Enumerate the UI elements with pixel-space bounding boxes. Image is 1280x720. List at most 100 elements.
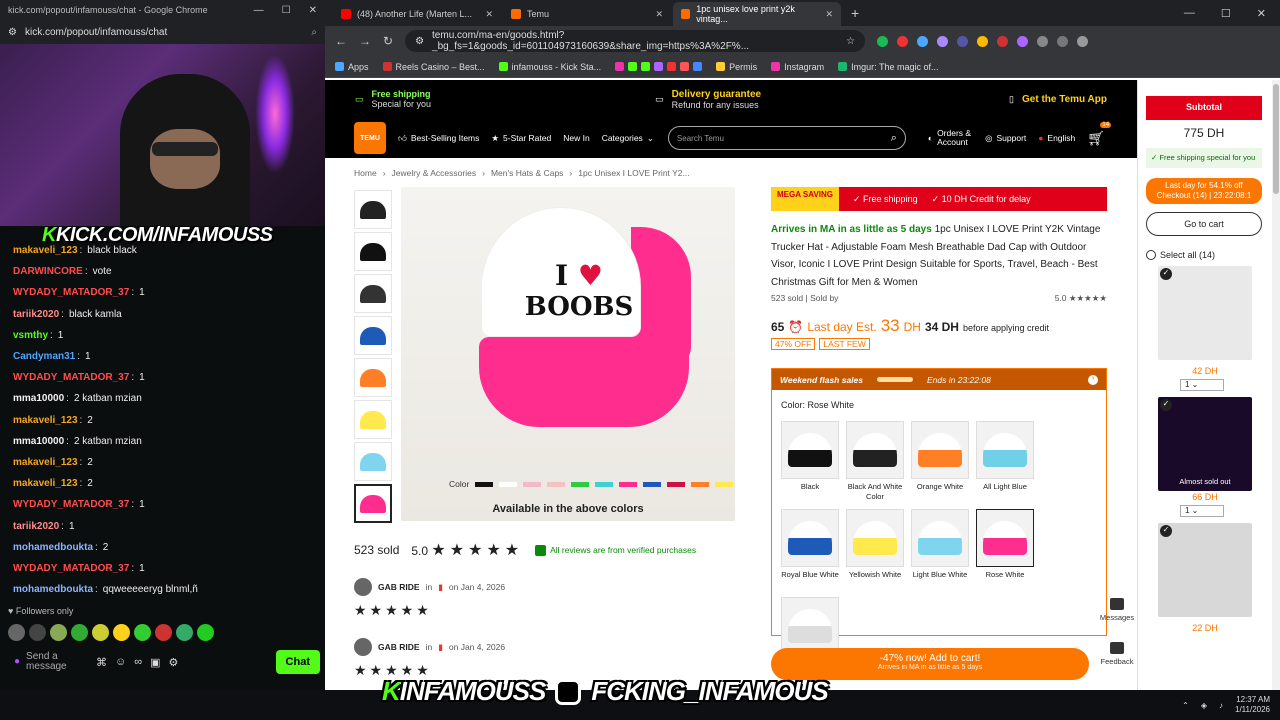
flash-sale-header[interactable]: Weekend flash sales Ends in 23:22:08 › (772, 369, 1106, 390)
feedback-button[interactable]: Feedback (1097, 642, 1137, 666)
color-option[interactable]: Light Blue White (911, 509, 969, 580)
reload-icon[interactable]: ↻ (383, 34, 393, 48)
minimize-icon[interactable]: — (254, 5, 264, 16)
send-message-input[interactable]: ● Send a message (8, 650, 88, 674)
orders-account[interactable]: ◐ Orders & Account (928, 129, 973, 147)
back-icon[interactable]: ← (335, 34, 347, 48)
omnibox[interactable]: ⚙ temu.com/ma-en/goods.html?_bg_fs=1&good… (405, 30, 866, 52)
chat-username[interactable]: WYDADY_MATADOR_37 (13, 499, 129, 510)
chat-username[interactable]: mohamedboukta (13, 584, 93, 595)
forward-icon[interactable]: → (359, 34, 371, 48)
chat-username[interactable]: DARWINCORE (13, 266, 83, 277)
maximize-icon[interactable]: ☐ (1221, 7, 1231, 20)
emote[interactable] (92, 624, 109, 641)
color-option[interactable]: Black And White Color (846, 421, 904, 502)
chat-username[interactable]: makaveli_123 (13, 415, 78, 426)
support-link[interactable]: ◎ Support (985, 133, 1026, 144)
emoji-icon[interactable]: ☺ (115, 656, 126, 668)
chat-username[interactable]: tariik2020 (13, 521, 59, 532)
extension-icon[interactable] (897, 35, 909, 47)
minimize-icon[interactable]: — (1184, 7, 1195, 20)
nav-new-in[interactable]: New In (563, 133, 589, 143)
volume-icon[interactable]: ♪ (1219, 701, 1223, 710)
chat-username[interactable]: makaveli_123 (13, 245, 78, 256)
extension-icon[interactable] (877, 35, 889, 47)
chat-username[interactable]: mohamedboukta (13, 542, 93, 553)
chevron-up-icon[interactable]: ⌃ (1182, 701, 1189, 710)
thumbnail-selected[interactable] (354, 484, 392, 523)
chat-username[interactable]: vsmthy (13, 330, 48, 341)
temu-search-input[interactable]: Search Temu ⌕ (667, 126, 906, 150)
chat-username[interactable]: mma10000 (13, 436, 64, 447)
maximize-icon[interactable]: ☐ (282, 5, 291, 16)
extension-icon[interactable] (917, 35, 929, 47)
emote[interactable] (197, 624, 214, 641)
chat-username[interactable]: makaveli_123 (13, 457, 78, 468)
extension-icon[interactable] (957, 35, 969, 47)
go-to-cart-button[interactable]: Go to cart (1146, 212, 1262, 236)
cart-item-image[interactable]: ✓ (1158, 523, 1252, 617)
thumbnail[interactable] (354, 190, 392, 229)
cart-item-image[interactable]: ✓ (1158, 266, 1252, 360)
command-icon[interactable]: ⌘ (96, 656, 107, 669)
nav-categories[interactable]: Categories ⌄ (602, 133, 654, 144)
breadcrumb-hats[interactable]: Men's Hats & Caps (491, 168, 563, 178)
thumbnail[interactable] (354, 274, 392, 313)
chat-username[interactable]: WYDADY_MATADOR_37 (13, 372, 129, 383)
emote[interactable] (71, 624, 88, 641)
cart-item[interactable]: ✓ 22 DH (1158, 523, 1252, 633)
bookmark-imgur[interactable]: Imgur: The magic of... (838, 62, 939, 72)
close-tab-icon[interactable]: ✕ (825, 9, 833, 20)
chat-send-button[interactable]: Chat (275, 650, 320, 674)
avatar[interactable] (1077, 35, 1089, 47)
bookmark-reels-casino[interactable]: Reels Casino – Best... (382, 62, 485, 72)
bookmark-kick[interactable]: infamouss - Kick Sta... (498, 62, 601, 72)
nav-five-star[interactable]: ★ 5-Star Rated (491, 133, 551, 144)
chat-window-url[interactable]: kick.com/popout/infamouss/chat (25, 27, 167, 38)
last-day-banner[interactable]: Last day for 54.1% off Checkout (14) | 23… (1146, 178, 1262, 204)
color-option[interactable]: Black (781, 421, 839, 492)
scrollbar[interactable] (1272, 80, 1280, 690)
zoom-icon[interactable]: ⌕ (311, 27, 317, 38)
color-option[interactable]: Royal Blue White (781, 509, 839, 580)
bookmark-star-icon[interactable]: ☆ (846, 36, 855, 47)
tab-temu[interactable]: Temu ✕ (503, 2, 671, 26)
infinity-icon[interactable]: ∞ (134, 656, 142, 668)
close-icon[interactable]: ✕ (1257, 7, 1266, 20)
emote[interactable] (29, 624, 46, 641)
chat-username[interactable]: tariik2020 (13, 309, 59, 320)
tune-icon[interactable]: ⚙ (8, 27, 17, 38)
get-app-banner[interactable]: ▯ Get the Temu App (1009, 94, 1107, 105)
cart-item[interactable]: ✓ 42 DH 1 ⌄ (1158, 266, 1252, 391)
emote[interactable] (50, 624, 67, 641)
tab-temu-product[interactable]: 1pc unisex love print y2k vintag... ✕ (673, 2, 841, 26)
bookmark-instagram[interactable]: Instagram (771, 62, 824, 72)
color-option[interactable]: Rose White (976, 509, 1034, 580)
quantity-select[interactable]: 1 ⌄ (1180, 505, 1224, 517)
chat-username[interactable]: WYDADY_MATADOR_37 (13, 287, 129, 298)
chat-username[interactable]: WYDADY_MATADOR_37 (13, 563, 129, 574)
bookmark-permis[interactable]: Permis (716, 62, 757, 72)
chat-username[interactable]: Candyman31 (13, 351, 75, 362)
color-option[interactable]: All Light Blue (976, 421, 1034, 492)
cart-icon[interactable]: 🛒︎ 14 (1087, 121, 1112, 147)
thumbnail[interactable] (354, 442, 392, 481)
chat-username[interactable]: makaveli_123 (13, 478, 78, 489)
color-option[interactable]: Orange White (911, 421, 969, 492)
chat-username[interactable]: mma10000 (13, 393, 64, 404)
breadcrumb-jewelry[interactable]: Jewelry & Accessories (392, 168, 477, 178)
puzzle-icon[interactable] (1057, 35, 1069, 47)
select-all-checkbox[interactable]: Select all (14) (1146, 250, 1280, 260)
temu-logo[interactable]: TEMU (354, 122, 386, 154)
close-tab-icon[interactable]: ✕ (655, 9, 663, 20)
new-tab-button[interactable]: + (843, 5, 867, 21)
thumbnail[interactable] (354, 400, 392, 439)
emote[interactable] (176, 624, 193, 641)
emote[interactable] (134, 624, 151, 641)
free-shipping-banner[interactable]: ▭ Free shipping Special for you (355, 89, 431, 109)
extension-icon[interactable] (937, 35, 949, 47)
thumbnail[interactable] (354, 358, 392, 397)
main-product-image[interactable]: I ♥ BOOBS Color Available in the above c… (401, 187, 735, 521)
delivery-guarantee-banner[interactable]: ▭ Delivery guarantee Refund for any issues (655, 89, 761, 110)
tab-youtube[interactable]: (48) Another Life (Marten L... ✕ (333, 2, 501, 26)
